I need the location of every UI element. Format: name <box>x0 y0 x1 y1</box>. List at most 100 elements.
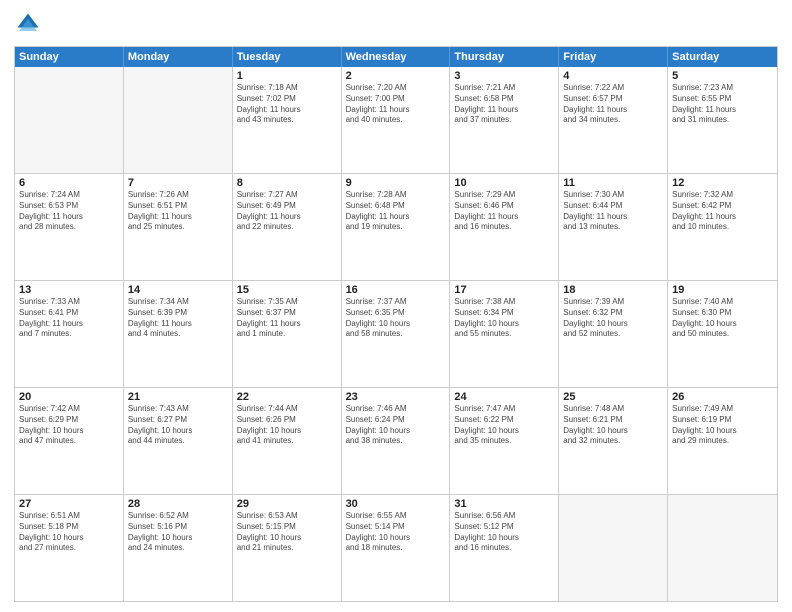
cell-line: and 55 minutes. <box>454 329 554 340</box>
calendar-cell <box>559 495 668 601</box>
cell-line: and 29 minutes. <box>672 436 773 447</box>
cell-line: Sunrise: 7:44 AM <box>237 404 337 415</box>
calendar-cell: 12Sunrise: 7:32 AMSunset: 6:42 PMDayligh… <box>668 174 777 280</box>
calendar-cell: 25Sunrise: 7:48 AMSunset: 6:21 PMDayligh… <box>559 388 668 494</box>
cell-line: and 28 minutes. <box>19 222 119 233</box>
day-number: 1 <box>237 70 337 82</box>
cell-line: Sunset: 7:00 PM <box>346 94 446 105</box>
day-number: 24 <box>454 391 554 403</box>
cell-line: Daylight: 11 hours <box>454 212 554 223</box>
cell-line: Sunrise: 7:22 AM <box>563 83 663 94</box>
header-day-monday: Monday <box>124 47 233 67</box>
header-day-tuesday: Tuesday <box>233 47 342 67</box>
page: SundayMondayTuesdayWednesdayThursdayFrid… <box>0 0 792 612</box>
cell-line: and 35 minutes. <box>454 436 554 447</box>
calendar-cell: 10Sunrise: 7:29 AMSunset: 6:46 PMDayligh… <box>450 174 559 280</box>
cell-line: Sunrise: 7:21 AM <box>454 83 554 94</box>
cell-line: Sunrise: 6:55 AM <box>346 511 446 522</box>
calendar-cell: 14Sunrise: 7:34 AMSunset: 6:39 PMDayligh… <box>124 281 233 387</box>
cell-line: and 44 minutes. <box>128 436 228 447</box>
day-number: 5 <box>672 70 773 82</box>
day-number: 30 <box>346 498 446 510</box>
cell-line: Sunrise: 6:53 AM <box>237 511 337 522</box>
cell-line: and 47 minutes. <box>19 436 119 447</box>
cell-line: Daylight: 10 hours <box>454 533 554 544</box>
calendar-cell: 1Sunrise: 7:18 AMSunset: 7:02 PMDaylight… <box>233 67 342 173</box>
day-number: 25 <box>563 391 663 403</box>
day-number: 29 <box>237 498 337 510</box>
cell-line: and 37 minutes. <box>454 115 554 126</box>
day-number: 9 <box>346 177 446 189</box>
calendar-cell: 23Sunrise: 7:46 AMSunset: 6:24 PMDayligh… <box>342 388 451 494</box>
cell-line: and 13 minutes. <box>563 222 663 233</box>
calendar-cell: 19Sunrise: 7:40 AMSunset: 6:30 PMDayligh… <box>668 281 777 387</box>
calendar-row-3: 20Sunrise: 7:42 AMSunset: 6:29 PMDayligh… <box>15 388 777 495</box>
day-number: 28 <box>128 498 228 510</box>
cell-line: and 7 minutes. <box>19 329 119 340</box>
cell-line: Sunrise: 7:48 AM <box>563 404 663 415</box>
calendar-cell: 4Sunrise: 7:22 AMSunset: 6:57 PMDaylight… <box>559 67 668 173</box>
calendar-header: SundayMondayTuesdayWednesdayThursdayFrid… <box>15 47 777 67</box>
cell-line: and 4 minutes. <box>128 329 228 340</box>
cell-line: Sunset: 6:51 PM <box>128 201 228 212</box>
day-number: 10 <box>454 177 554 189</box>
cell-line: Sunrise: 7:34 AM <box>128 297 228 308</box>
day-number: 8 <box>237 177 337 189</box>
calendar-cell <box>15 67 124 173</box>
calendar-row-2: 13Sunrise: 7:33 AMSunset: 6:41 PMDayligh… <box>15 281 777 388</box>
cell-line: Sunset: 6:42 PM <box>672 201 773 212</box>
cell-line: Daylight: 11 hours <box>346 212 446 223</box>
cell-line: Sunset: 6:27 PM <box>128 415 228 426</box>
day-number: 31 <box>454 498 554 510</box>
cell-line: and 38 minutes. <box>346 436 446 447</box>
cell-line: and 1 minute. <box>237 329 337 340</box>
cell-line: Sunrise: 7:27 AM <box>237 190 337 201</box>
cell-line: Daylight: 11 hours <box>128 319 228 330</box>
calendar-cell: 21Sunrise: 7:43 AMSunset: 6:27 PMDayligh… <box>124 388 233 494</box>
cell-line: and 58 minutes. <box>346 329 446 340</box>
cell-line: and 27 minutes. <box>19 543 119 554</box>
cell-line: Sunrise: 7:42 AM <box>19 404 119 415</box>
cell-line: Sunrise: 7:38 AM <box>454 297 554 308</box>
cell-line: Sunrise: 6:51 AM <box>19 511 119 522</box>
cell-line: Daylight: 11 hours <box>563 212 663 223</box>
cell-line: Daylight: 11 hours <box>672 212 773 223</box>
cell-line: and 32 minutes. <box>563 436 663 447</box>
cell-line: and 18 minutes. <box>346 543 446 554</box>
cell-line: Daylight: 11 hours <box>237 212 337 223</box>
cell-line: Sunrise: 7:32 AM <box>672 190 773 201</box>
calendar-cell: 16Sunrise: 7:37 AMSunset: 6:35 PMDayligh… <box>342 281 451 387</box>
cell-line: Daylight: 11 hours <box>672 105 773 116</box>
cell-line: Sunset: 6:55 PM <box>672 94 773 105</box>
cell-line: Daylight: 10 hours <box>237 533 337 544</box>
header-day-friday: Friday <box>559 47 668 67</box>
calendar-cell: 31Sunrise: 6:56 AMSunset: 5:12 PMDayligh… <box>450 495 559 601</box>
cell-line: Daylight: 10 hours <box>563 426 663 437</box>
calendar-cell: 22Sunrise: 7:44 AMSunset: 6:26 PMDayligh… <box>233 388 342 494</box>
calendar-cell: 26Sunrise: 7:49 AMSunset: 6:19 PMDayligh… <box>668 388 777 494</box>
cell-line: Daylight: 11 hours <box>454 105 554 116</box>
cell-line: Daylight: 10 hours <box>19 533 119 544</box>
cell-line: Sunrise: 7:29 AM <box>454 190 554 201</box>
calendar-cell: 24Sunrise: 7:47 AMSunset: 6:22 PMDayligh… <box>450 388 559 494</box>
cell-line: Sunset: 6:39 PM <box>128 308 228 319</box>
cell-line: Sunrise: 7:23 AM <box>672 83 773 94</box>
calendar-row-1: 6Sunrise: 7:24 AMSunset: 6:53 PMDaylight… <box>15 174 777 281</box>
day-number: 19 <box>672 284 773 296</box>
cell-line: Daylight: 10 hours <box>454 426 554 437</box>
calendar: SundayMondayTuesdayWednesdayThursdayFrid… <box>14 46 778 602</box>
cell-line: Sunrise: 7:35 AM <box>237 297 337 308</box>
cell-line: Daylight: 11 hours <box>19 319 119 330</box>
cell-line: Sunrise: 7:43 AM <box>128 404 228 415</box>
day-number: 15 <box>237 284 337 296</box>
cell-line: Sunrise: 7:24 AM <box>19 190 119 201</box>
cell-line: Sunrise: 7:20 AM <box>346 83 446 94</box>
cell-line: Sunrise: 7:40 AM <box>672 297 773 308</box>
header-day-sunday: Sunday <box>15 47 124 67</box>
logo-icon <box>14 10 42 38</box>
cell-line: Sunrise: 6:56 AM <box>454 511 554 522</box>
cell-line: Sunset: 6:21 PM <box>563 415 663 426</box>
cell-line: Sunset: 6:44 PM <box>563 201 663 212</box>
cell-line: Sunset: 5:12 PM <box>454 522 554 533</box>
header-day-thursday: Thursday <box>450 47 559 67</box>
